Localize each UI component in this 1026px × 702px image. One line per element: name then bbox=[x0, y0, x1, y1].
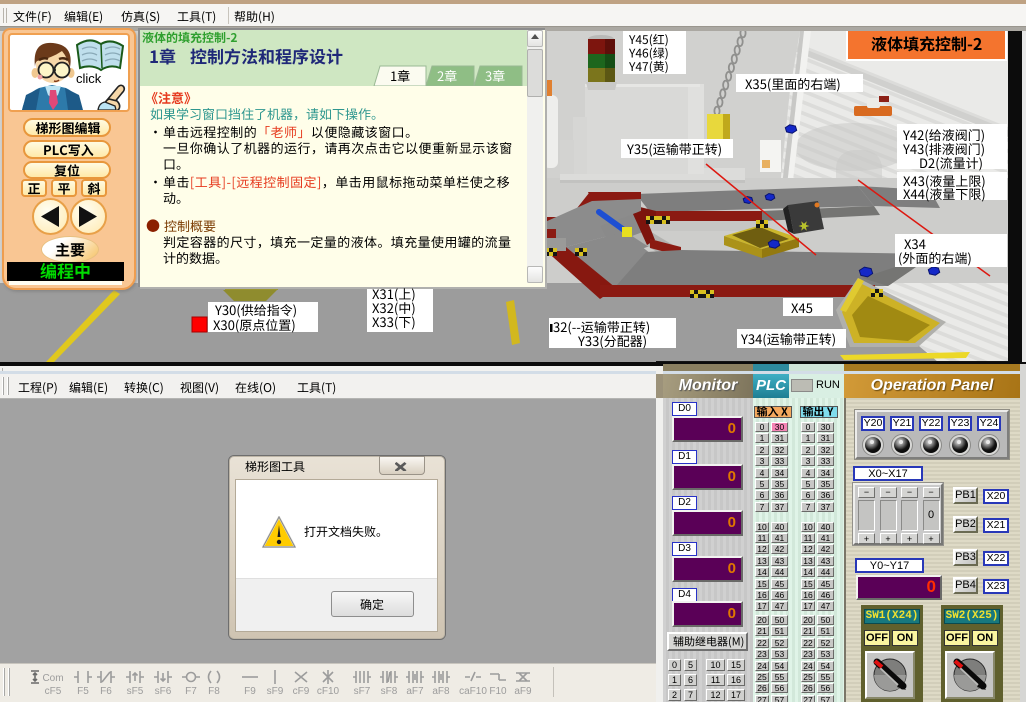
svg-text:aF9: aF9 bbox=[514, 686, 532, 697]
svg-text:sF5: sF5 bbox=[127, 686, 144, 697]
svg-text:aF7: aF7 bbox=[406, 686, 424, 697]
svg-text:cF9: cF9 bbox=[293, 686, 310, 697]
svg-text:sF6: sF6 bbox=[155, 686, 172, 697]
svg-text:cF5: cF5 bbox=[45, 686, 62, 697]
svg-text:F9: F9 bbox=[244, 686, 256, 697]
svg-text:sF7: sF7 bbox=[354, 686, 371, 697]
svg-text:F6: F6 bbox=[100, 686, 112, 697]
svg-text:F8: F8 bbox=[208, 686, 220, 697]
svg-text:Com: Com bbox=[42, 673, 63, 684]
svg-text:F10: F10 bbox=[489, 686, 507, 697]
svg-text:F7: F7 bbox=[185, 686, 197, 697]
svg-text:sF9: sF9 bbox=[267, 686, 284, 697]
svg-text:aF8: aF8 bbox=[432, 686, 450, 697]
svg-text:caF10: caF10 bbox=[459, 686, 487, 697]
svg-text:cF10: cF10 bbox=[317, 686, 340, 697]
svg-text:F5: F5 bbox=[77, 686, 89, 697]
svg-text:sF8: sF8 bbox=[381, 686, 398, 697]
